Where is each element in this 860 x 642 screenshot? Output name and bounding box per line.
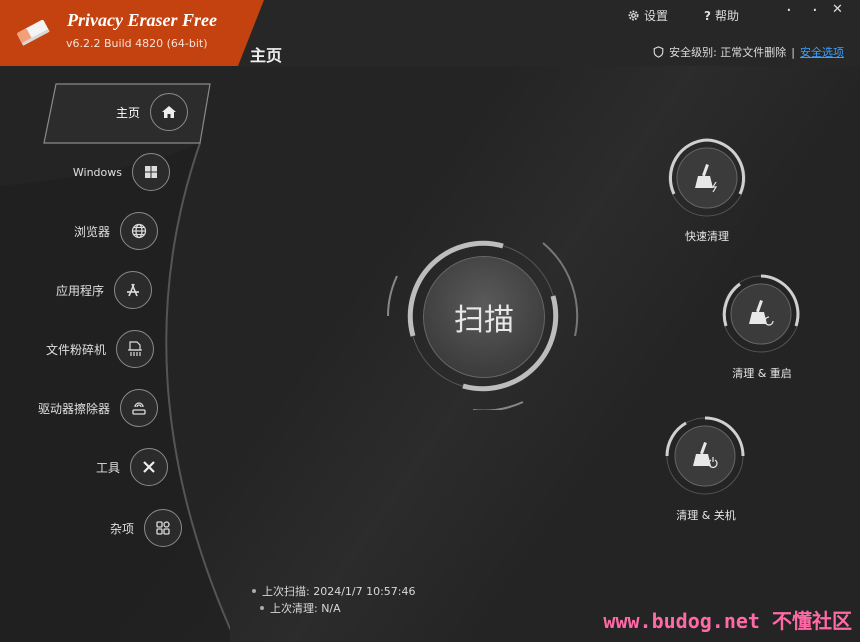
shredder-icon <box>116 330 154 368</box>
sidebar-item-label: Windows <box>72 165 122 179</box>
settings-button[interactable]: 设置 <box>627 7 668 24</box>
clean-restart-label: 清理 & 重启 <box>732 367 792 380</box>
settings-label: 设置 <box>644 9 669 23</box>
sidebar-item-label: 工具 <box>95 460 120 475</box>
tools-icon <box>130 448 168 486</box>
watermark: www.budog.net 不懂社区 <box>603 609 852 633</box>
last-scan-info: 上次扫描: 2024/1/7 10:57:46 <box>252 583 416 599</box>
scan-button[interactable]: 扫描 <box>423 256 545 378</box>
sidebar-item-windows[interactable]: Windows <box>73 152 170 192</box>
misc-icon <box>144 509 182 547</box>
drive-wipe-icon <box>120 389 158 427</box>
clean-restart-button[interactable] <box>720 274 802 354</box>
app-title: Privacy Eraser Free <box>67 10 217 30</box>
eraser-logo-icon <box>17 19 50 46</box>
clean-shutdown-label: 清理 & 关机 <box>676 509 736 522</box>
sidebar-item-home[interactable]: 主页 <box>116 92 188 132</box>
sidebar-item-label: 文件粉碎机 <box>45 342 106 357</box>
sidebar-item-label: 杂项 <box>109 521 134 536</box>
quick-clean-button[interactable] <box>666 138 748 218</box>
sidebar-item-misc[interactable]: 杂项 <box>110 508 182 548</box>
sidebar-item-label: 驱动器擦除器 <box>37 401 110 416</box>
last-clean-info: 上次清理: N/A <box>260 600 341 616</box>
apps-icon <box>114 271 152 309</box>
sidebar-item-file-shredder[interactable]: 文件粉碎机 <box>46 329 154 369</box>
last-clean-text: 上次清理: N/A <box>270 602 341 615</box>
security-separator: | <box>791 45 795 59</box>
sidebar-item-tools[interactable]: 工具 <box>96 447 168 487</box>
bullet-icon <box>252 589 256 593</box>
sidebar-item-label: 主页 <box>115 105 140 120</box>
quick-clean-label: 快速清理 <box>685 230 729 243</box>
app-version: v6.2.2 Build 4820 (64-bit) <box>66 37 208 50</box>
security-level-text: 安全级别: 正常文件删除 <box>669 46 787 59</box>
last-scan-text: 上次扫描: 2024/1/7 10:57:46 <box>262 585 416 598</box>
clean-shutdown-button[interactable] <box>664 416 746 496</box>
help-button[interactable]: ? 帮助 <box>704 7 739 24</box>
restore-button[interactable]: · <box>812 0 818 21</box>
shield-icon <box>653 46 664 58</box>
help-label: 帮助 <box>714 9 739 23</box>
sidebar-item-browser[interactable]: 浏览器 <box>74 211 158 251</box>
sidebar-item-label: 浏览器 <box>73 224 110 239</box>
globe-icon <box>120 212 158 250</box>
sidebar-item-apps[interactable]: 应用程序 <box>56 270 152 310</box>
home-icon <box>150 93 188 131</box>
windows-icon <box>132 153 170 191</box>
gear-icon <box>628 10 639 21</box>
close-button[interactable]: ✕ <box>832 2 843 17</box>
sidebar-item-drive-wiper[interactable]: 驱动器擦除器 <box>38 388 158 428</box>
security-level-row: 安全级别: 正常文件删除 | 安全选项 <box>653 44 844 60</box>
security-options-link[interactable]: 安全选项 <box>800 44 844 60</box>
page-title: 主页 <box>250 46 283 65</box>
question-icon: ? <box>704 8 711 23</box>
bullet-icon <box>260 606 264 610</box>
minimize-button[interactable]: · <box>786 0 792 21</box>
sidebar-item-label: 应用程序 <box>55 283 104 298</box>
